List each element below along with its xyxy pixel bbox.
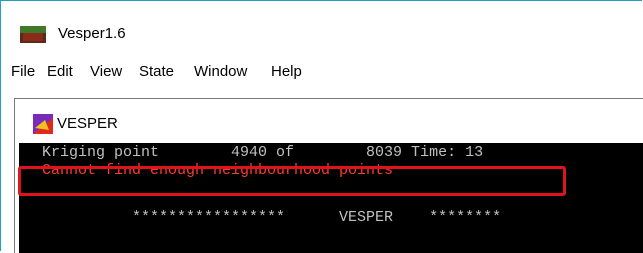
- console-line-progress: Kriging point 4940 of 8039 Time: 13: [42, 144, 484, 161]
- child-title-bar[interactable]: VESPER: [15, 99, 643, 142]
- main-window: Vesper1.6 File Edit View State Window He…: [0, 0, 643, 253]
- console-output[interactable]: Kriging point 4940 of 8039 Time: 13 Cann…: [19, 143, 643, 253]
- title-bar[interactable]: Vesper1.6: [1, 1, 643, 49]
- window-title: Vesper1.6: [58, 25, 126, 42]
- vesper-window-icon: [33, 114, 53, 134]
- menu-file[interactable]: File: [11, 61, 35, 83]
- menu-edit[interactable]: Edit: [47, 61, 73, 83]
- menu-view[interactable]: View: [90, 61, 122, 83]
- console-line-banner: ***************** VESPER ********: [42, 209, 502, 226]
- vesper-app-icon: [20, 26, 46, 43]
- child-window-title: VESPER: [57, 115, 118, 132]
- menu-state[interactable]: State: [139, 61, 174, 83]
- error-highlight-box: [18, 166, 566, 196]
- menu-bar: File Edit View State Window Help: [1, 61, 643, 83]
- menu-window[interactable]: Window: [194, 61, 247, 83]
- menu-help[interactable]: Help: [271, 61, 302, 83]
